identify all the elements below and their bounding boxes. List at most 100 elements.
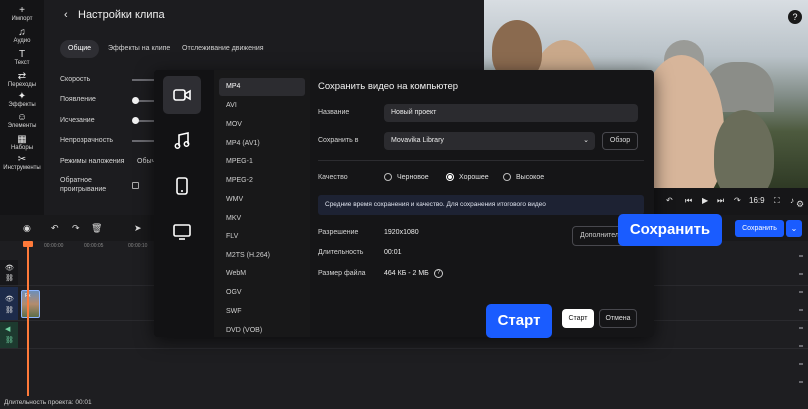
tools-icon: ✂ — [17, 154, 27, 165]
help-icon[interactable]: ? — [788, 10, 802, 24]
start-button[interactable]: Старт — [562, 309, 594, 328]
ruler-tick-0: 00:00:00 — [44, 243, 64, 249]
sets-tool[interactable]: ▦ Наборы — [0, 134, 44, 152]
cancel-button[interactable]: Отмена — [599, 309, 637, 328]
link-icon-3[interactable]: ⛓ — [5, 336, 14, 344]
import-tool[interactable]: + Импорт — [0, 5, 44, 23]
link-icon[interactable]: ⛓ — [5, 274, 14, 282]
format-mov[interactable]: MOV — [219, 116, 305, 134]
format-mpeg1[interactable]: MPEG-1 — [219, 153, 305, 171]
audio-tool[interactable]: ♫ Аудио — [0, 27, 44, 45]
cursor-icon[interactable]: ➤ — [134, 223, 142, 234]
redo-icon[interactable]: ↷ — [72, 223, 80, 234]
delete-icon[interactable]: 🗑 — [91, 223, 102, 234]
quality-label: Качество — [318, 174, 348, 181]
project-duration: Длительность проекта: 00:01 — [4, 399, 92, 406]
plus-icon: + — [19, 5, 25, 16]
file-size-help-icon[interactable]: ? — [434, 269, 443, 278]
format-m2ts[interactable]: M2TS (H.264) — [219, 247, 305, 265]
format-mkv[interactable]: MKV — [219, 210, 305, 228]
left-toolbar: + Импорт ♫ Аудио T Текст ⇄ Переходы ✦ Эф… — [0, 0, 44, 215]
reverse-label: Обратное — [60, 177, 92, 184]
settings-gear-icon[interactable]: ⚙ — [796, 199, 804, 210]
record-icon[interactable]: ◉ — [23, 223, 31, 234]
format-mp4[interactable]: MP4 — [219, 78, 305, 96]
fade-out-knob[interactable] — [132, 117, 139, 124]
volume-icon[interactable]: ♪ — [790, 196, 794, 205]
speed-slider[interactable] — [132, 79, 154, 81]
tab-motion-tracking[interactable]: Отслеживание движения — [174, 40, 272, 58]
playhead[interactable] — [27, 241, 29, 396]
format-avi[interactable]: AVI — [219, 97, 305, 115]
file-size-value: 464 КБ - 2 МБ — [384, 270, 429, 277]
fade-in-label: Появление — [60, 96, 96, 103]
quality-draft-label: Черновое — [397, 174, 429, 181]
save-to-select[interactable]: Movavika Library ⌄ — [384, 132, 595, 150]
category-tv[interactable] — [163, 213, 201, 251]
tab-general[interactable]: Общие — [60, 40, 100, 58]
text-tool[interactable]: T Текст — [0, 49, 44, 67]
quality-info: Средние время сохранения и качество. Для… — [318, 195, 644, 215]
transitions-tool[interactable]: ⇄ Переходы — [0, 72, 44, 89]
undo-icon[interactable]: ↶ — [51, 223, 59, 234]
tab-clip-effects[interactable]: Эффекты на клипе — [100, 40, 178, 58]
prev-frame-icon[interactable]: ⏮ — [685, 196, 692, 206]
next-frame-icon[interactable]: ⏭ — [717, 196, 724, 206]
fullscreen-icon[interactable]: ⛶ — [774, 196, 780, 206]
format-webm[interactable]: WebM — [219, 265, 305, 283]
rewind-icon[interactable]: ↶ — [666, 196, 673, 205]
format-ogv[interactable]: OGV — [219, 284, 305, 302]
format-flv[interactable]: FLV — [219, 228, 305, 246]
format-mpeg2[interactable]: MPEG-2 — [219, 172, 305, 190]
timeline-scrollbar[interactable] — [798, 255, 804, 395]
elements-tool[interactable]: ☺ Элементы — [0, 113, 44, 130]
save-callout: Сохранить — [618, 214, 722, 246]
track-video-head: 👁 ⛓ — [0, 287, 18, 320]
format-wmv[interactable]: WMV — [219, 191, 305, 209]
eye-icon-2[interactable]: 👁 — [5, 295, 14, 303]
opacity-slider[interactable] — [132, 140, 154, 142]
format-dvd[interactable]: DVD (VOB) — [219, 322, 305, 337]
quality-good-radio[interactable] — [446, 173, 454, 181]
forward-icon[interactable]: ↷ — [734, 196, 741, 205]
eye-icon[interactable]: 👁 — [5, 264, 14, 272]
format-swf[interactable]: SWF — [219, 303, 305, 321]
person-5 — [714, 110, 774, 188]
duration-value: 00:01 — [384, 249, 402, 256]
category-mobile[interactable] — [163, 167, 201, 205]
link-icon-2[interactable]: ⛓ — [5, 306, 14, 314]
tv-icon — [173, 224, 191, 240]
blend-mode-value[interactable]: Обыч — [137, 158, 155, 165]
save-to-label: Сохранить в — [318, 137, 359, 144]
quality-draft-radio[interactable] — [384, 173, 392, 181]
category-audio[interactable] — [163, 122, 201, 160]
category-video[interactable] — [163, 76, 201, 114]
browse-button[interactable]: Обзор — [602, 132, 638, 150]
reverse-label-2: проигрывание — [60, 186, 107, 193]
phone-icon — [176, 177, 188, 195]
speaker-icon[interactable]: ◀ — [5, 325, 10, 333]
quality-good-label: Хорошее — [459, 174, 489, 181]
name-input[interactable]: Новый проект — [384, 104, 638, 122]
save-button[interactable]: Сохранить — [735, 220, 784, 237]
text-icon: T — [18, 49, 26, 60]
effects-tool[interactable]: ✦ Эффекты — [0, 92, 44, 109]
resolution-value: 1920x1080 — [384, 229, 419, 236]
play-icon[interactable]: ▶ — [702, 196, 708, 205]
sets-icon: ▦ — [17, 134, 27, 145]
format-list: MP4 AVI MOV MP4 (AV1) MPEG-1 MPEG-2 WMV … — [214, 70, 310, 337]
tools-tool[interactable]: ✂ Инструменты — [0, 154, 44, 172]
format-mp4-av1[interactable]: MP4 (AV1) — [219, 135, 305, 153]
back-chevron-icon[interactable]: ‹ — [64, 9, 68, 21]
fade-in-knob[interactable] — [132, 97, 139, 104]
fade-out-label: Исчезание — [60, 117, 95, 124]
speed-label: Скорость — [60, 76, 91, 83]
save-to-value: Movavika Library — [391, 137, 444, 144]
track-1-head: 👁 ⛓ — [0, 260, 18, 285]
aspect-ratio[interactable]: 16:9 — [749, 196, 765, 205]
reverse-checkbox[interactable] — [132, 182, 139, 189]
video-clip[interactable]: Fx — [21, 290, 40, 318]
music-note-icon: ♫ — [18, 27, 26, 38]
quality-high-radio[interactable] — [503, 173, 511, 181]
save-dropdown-icon[interactable]: ⌄ — [786, 220, 802, 237]
